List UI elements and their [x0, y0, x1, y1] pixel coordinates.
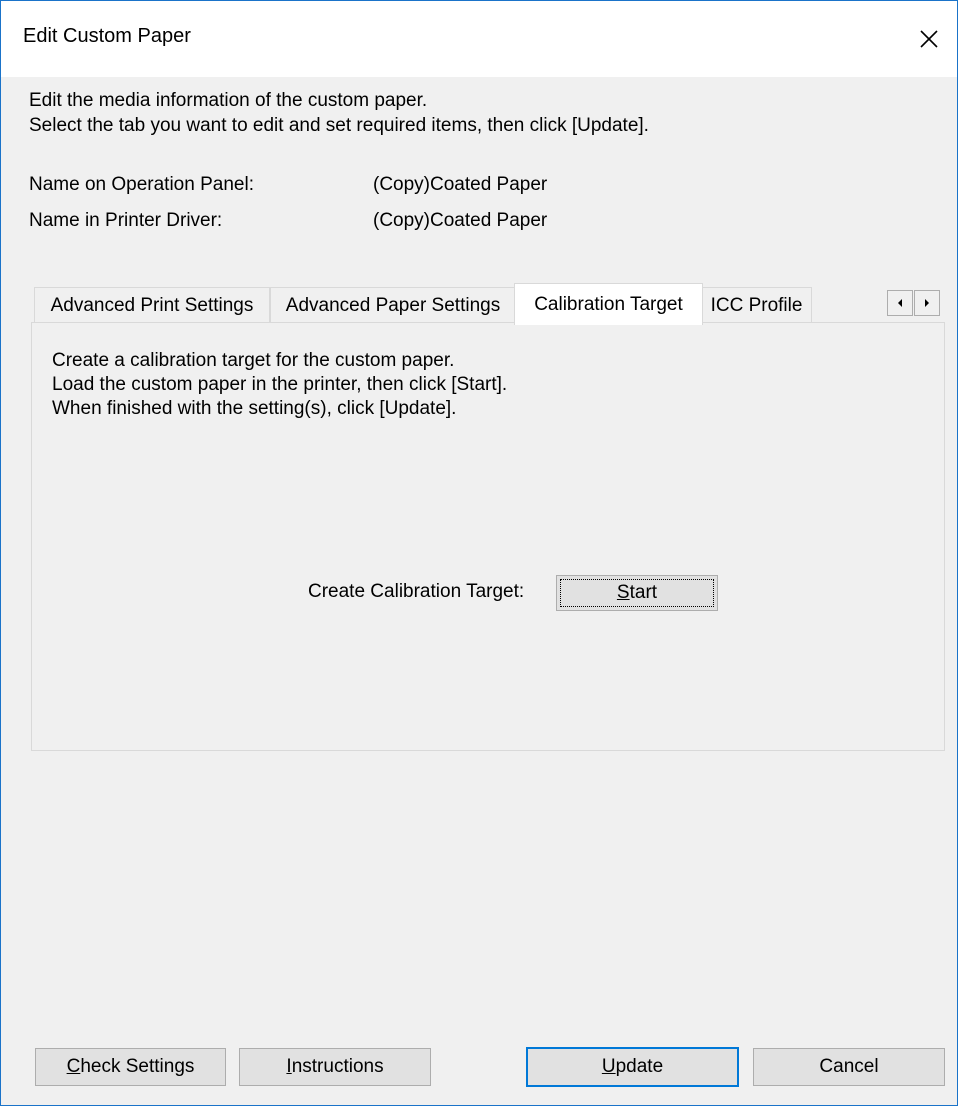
instructions-button[interactable]: Instructions [239, 1048, 431, 1086]
tab-advanced-paper-settings[interactable]: Advanced Paper Settings [270, 287, 516, 323]
cancel-button[interactable]: Cancel [753, 1048, 945, 1086]
operation-panel-name-value: (Copy)Coated Paper [373, 174, 548, 195]
focus-ring [560, 579, 714, 607]
start-button[interactable]: Start [556, 575, 718, 611]
tab-advanced-print-settings[interactable]: Advanced Print Settings [34, 287, 270, 323]
panel-line-1: Create a calibration target for the cust… [52, 350, 455, 371]
create-calibration-target-label: Create Calibration Target: [308, 581, 525, 602]
tab-scroll-right-button[interactable] [914, 290, 940, 316]
tab-label: Advanced Print Settings [50, 294, 254, 316]
instructions-label: Instructions [286, 1056, 384, 1077]
tab-label: ICC Profile [710, 294, 803, 316]
tab-label: Calibration Target [534, 293, 683, 315]
tab-scroll-buttons [887, 290, 941, 316]
arrow-right-icon [925, 299, 929, 307]
check-settings-label: Check Settings [66, 1056, 195, 1077]
printer-driver-name-value: (Copy)Coated Paper [373, 210, 548, 231]
description-line-2: Select the tab you want to edit and set … [29, 115, 649, 136]
close-icon [920, 30, 938, 48]
title-bar: Edit Custom Paper [1, 1, 957, 77]
edit-custom-paper-dialog: Edit Custom Paper Edit the media informa… [0, 0, 958, 1106]
dialog-description: Edit the media information of the custom… [29, 88, 649, 138]
check-settings-button[interactable]: Check Settings [35, 1048, 226, 1086]
cancel-label: Cancel [819, 1056, 879, 1077]
panel-line-3: When finished with the setting(s), click… [52, 398, 457, 419]
operation-panel-name-label: Name on Operation Panel: [29, 174, 254, 195]
close-button[interactable] [901, 1, 957, 77]
panel-line-2: Load the custom paper in the printer, th… [52, 374, 508, 395]
panel-instructions: Create a calibration target for the cust… [52, 349, 507, 421]
arrow-left-icon [898, 299, 902, 307]
tab-scroll-left-button[interactable] [887, 290, 913, 316]
dialog-title: Edit Custom Paper [23, 25, 191, 47]
description-line-1: Edit the media information of the custom… [29, 90, 428, 111]
update-label: Update [601, 1056, 664, 1077]
tab-label: Advanced Paper Settings [285, 294, 501, 316]
update-button[interactable]: Update [526, 1047, 739, 1087]
printer-driver-name-label: Name in Printer Driver: [29, 210, 223, 231]
tab-icc-profile[interactable]: ICC Profile [701, 287, 812, 323]
tab-calibration-target[interactable]: Calibration Target [514, 283, 703, 325]
calibration-target-panel: Create a calibration target for the cust… [31, 322, 945, 751]
